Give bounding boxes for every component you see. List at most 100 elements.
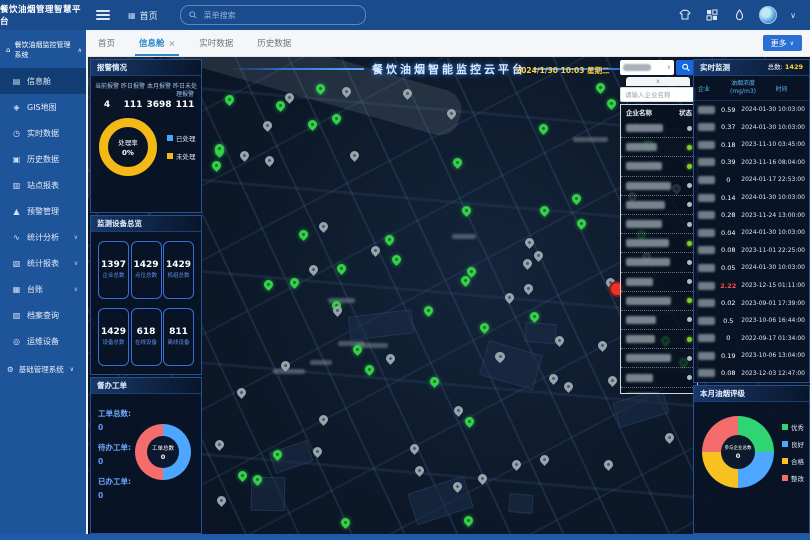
sidebar-item-统计报表[interactable]: ▧统计报表∨ [0,250,86,276]
sidebar-item-实时数据[interactable]: ◷实时数据 [0,120,86,146]
breadcrumb[interactable]: ▦ 首页 [128,9,158,22]
device-stat-value: 811 [169,327,188,337]
chevron-down-icon: ∨ [74,260,78,267]
app-window: 餐饮油烟管理智慧平台 ▦ 首页 ∨ ⌂ 餐饮油烟监控管理系统 [0,0,810,540]
enterprise-select[interactable]: ∨ [620,60,674,75]
collapse-toggle[interactable]: ∧ [626,77,690,86]
more-button[interactable]: 更多∨ [763,35,802,51]
concentration-value: 0.08 [715,246,741,254]
realtime-row[interactable]: 0.082023-11-01 22:25:00 [694,242,809,260]
menu-search-input[interactable] [202,10,357,21]
realtime-row[interactable]: 0.392023-11-16 08:04:00 [694,154,809,172]
tab-实时数据[interactable]: 实时数据 [187,30,245,56]
enterprise-list-row[interactable] [621,292,697,311]
device-stat-value: 1429 [133,260,158,270]
flame-icon[interactable] [732,8,746,22]
enterprise-name-blurred [626,258,670,266]
breadcrumb-home[interactable]: 首页 [140,9,158,22]
realtime-row[interactable]: 0.142024-01-30 10:03:00 [694,189,809,207]
status-dot-gray [687,202,692,207]
enterprise-list-row[interactable] [621,138,697,157]
enterprise-list-row[interactable] [621,311,697,330]
chevron-down-icon: ∨ [74,286,78,293]
close-icon[interactable]: × [169,39,176,48]
menu-search-box[interactable] [180,5,366,25]
realtime-row[interactable]: 0.022023-09-01 17:39:00 [694,294,809,312]
realtime-row[interactable]: 0.52023-10-06 16:44:00 [694,312,809,330]
device-stat-card: 1429机组总数 [163,241,194,299]
sidebar-item-label: 档案查询 [27,310,59,321]
legend-label: 未处理 [176,151,196,161]
enterprise-list-row[interactable] [621,119,697,138]
enterprise-list-row[interactable] [621,215,697,234]
enterprise-name-blurred [698,246,715,254]
status-dot-gray [687,126,692,131]
tab-首页[interactable]: 首页 [86,30,127,56]
enterprise-list-row[interactable] [621,253,697,272]
sidebar-group-label: 餐饮油烟监控管理系统 [14,40,73,60]
台账-icon: ▦ [12,285,21,294]
timestamp: 2023-11-01 22:25:00 [741,247,805,254]
tab-历史数据[interactable]: 历史数据 [245,30,303,56]
hamburger-menu-icon[interactable] [96,10,110,20]
alarm-stats: 当前报警4昨日报警111本月报警3698昨日未处理报警111 [91,76,201,112]
enterprise-list-row[interactable] [621,368,697,387]
sidebar-item-站点报表[interactable]: ▥站点报表 [0,172,86,198]
enterprise-list-row[interactable] [621,234,697,253]
sidebar-item-台账[interactable]: ▦台账∨ [0,276,86,302]
enterprise-list-row[interactable] [621,349,697,368]
workorder-stat-value: 0 [98,457,131,466]
realtime-row[interactable]: 0.082023-12-03 12:47:00 [694,365,809,383]
alarm-legend: 已处理未处理 [167,133,196,161]
status-dot-green [687,241,692,246]
concentration-value: 0.28 [715,211,741,219]
search-icon [189,11,197,19]
enterprise-name-blurred [626,354,671,362]
enterprise-name-blurred [626,316,656,324]
enterprise-name-blurred [698,352,715,360]
sidebar-item-统计分析[interactable]: ∿统计分析∨ [0,224,86,250]
sidebar-item-GIS地图[interactable]: ◈GIS地图 [0,94,86,120]
realtime-row[interactable]: 02022-09-17 01:34:00 [694,330,809,348]
enterprise-list-row[interactable] [621,330,697,349]
sidebar-group-system[interactable]: ⌂ 餐饮油烟监控管理系统 ∧ [0,30,86,68]
chevron-down-icon[interactable]: ∨ [790,11,796,20]
realtime-row[interactable]: 0.042024-01-30 10:03:00 [694,224,809,242]
enterprise-list-row[interactable] [621,196,697,215]
timestamp: 2023-09-01 17:39:00 [741,300,805,307]
tab-信息舱[interactable]: 信息舱× [127,30,187,56]
map-label-blurred [273,369,306,374]
sidebar-item-信息舱[interactable]: ▤信息舱 [0,68,86,94]
device-stat-card: 1429点位总数 [131,241,162,299]
realtime-row[interactable]: 0.282023-11-24 13:00:00 [694,206,809,224]
enterprise-name-blurred [698,229,715,237]
realtime-row[interactable]: 0.182023-11-10 03:45:00 [694,136,809,154]
sidebar-group-base-system[interactable]: ⚙ 基础管理系统 ∨ [0,354,86,381]
enterprise-list-row[interactable] [621,157,697,176]
sidebar-item-档案查询[interactable]: ▨档案查询 [0,302,86,328]
enterprise-list-row[interactable] [621,273,697,292]
realtime-row[interactable]: 02024-01-17 22:53:00 [694,171,809,189]
enterprise-list-row[interactable] [621,177,697,196]
realtime-row[interactable]: 0.052024-01-30 10:03:00 [694,259,809,277]
realtime-row[interactable]: 0.592024-01-30 10:03:00 [694,101,809,119]
concentration-value: 0.18 [715,141,741,149]
device-stat-value: 1429 [101,327,126,337]
realtime-row[interactable]: 0.192023-10-06 13:04:00 [694,347,809,365]
站点报表-icon: ▥ [12,181,21,190]
sidebar-item-历史数据[interactable]: ▣历史数据 [0,146,86,172]
theme-skin-icon[interactable] [678,8,692,22]
enterprise-name-input[interactable] [620,87,696,102]
realtime-row[interactable]: 2.222023-12-15 01:11:00 [694,277,809,295]
legend-item: 合格 [782,456,804,466]
timestamp: 2023-11-16 08:04:00 [741,159,805,166]
sidebar-item-运维设备[interactable]: ◎运维设备 [0,328,86,354]
sidebar-item-预警管理[interactable]: ▲预警管理 [0,198,86,224]
realtime-row[interactable]: 0.372024-01-30 10:03:00 [694,118,809,136]
user-avatar[interactable] [759,6,777,24]
status-dot-green [687,164,692,169]
device-stat-label: 设备总数 [102,340,124,347]
sidebar-item-label: 信息舱 [27,76,51,87]
layout-icon[interactable] [705,8,719,22]
enterprise-list-row[interactable] [621,388,697,394]
